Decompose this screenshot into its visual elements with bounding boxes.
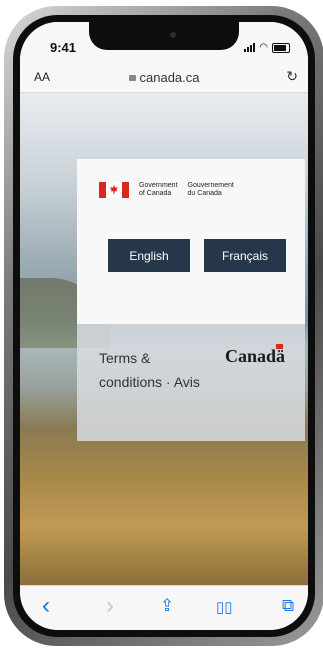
goc-wordmark: Government of Canada Gouvernement du Can… [99,182,234,198]
wordmark-en: Government of Canada [139,182,178,197]
camera-icon [169,32,176,38]
address-bar[interactable]: AA canada.ca ↻ [20,62,308,93]
wordmark-fr: Gouvernement du Canada [187,182,234,197]
lock-icon [128,74,136,81]
url-display[interactable]: canada.ca [20,70,308,85]
forward-icon[interactable]: › [106,592,114,620]
browser-toolbar: ‹ › ⇪ ▯▯ ⧉ [20,585,308,630]
splash-footer: Terms & conditions · Avis Canadä [77,324,305,441]
terms-link[interactable]: Terms & conditions · Avis [99,346,209,394]
phone-frame: 9:41 ◠ AA canada.ca ↻ Government of Cana… [4,6,323,646]
reload-icon[interactable]: ↻ [286,68,298,85]
phone-bezel: 9:41 ◠ AA canada.ca ↻ Government of Cana… [13,15,315,637]
tabs-icon[interactable]: ⧉ [282,596,294,616]
wifi-icon: ◠ [259,42,268,53]
bookmarks-icon[interactable]: ▯▯ [216,598,233,616]
notch [89,22,239,50]
phone-screen: 9:41 ◠ AA canada.ca ↻ Government of Cana… [20,22,308,630]
canada-flag-icon [99,182,129,198]
french-button[interactable]: Français [204,239,286,272]
share-icon[interactable]: ⇪ [160,596,174,616]
canada-wordmark: Canadä [224,344,285,366]
english-button[interactable]: English [108,239,190,272]
wordmark-flag-icon [276,344,283,349]
battery-icon [272,42,290,53]
status-bar: 9:41 ◠ [20,22,308,62]
splash-card: Government of Canada Gouvernement du Can… [77,159,305,324]
status-time: 9:41 [50,40,77,55]
page-background: Government of Canada Gouvernement du Can… [20,93,308,586]
signal-icon [244,43,256,52]
status-icons: ◠ [244,42,290,53]
url-text: canada.ca [139,70,200,85]
back-icon[interactable]: ‹ [42,592,50,620]
